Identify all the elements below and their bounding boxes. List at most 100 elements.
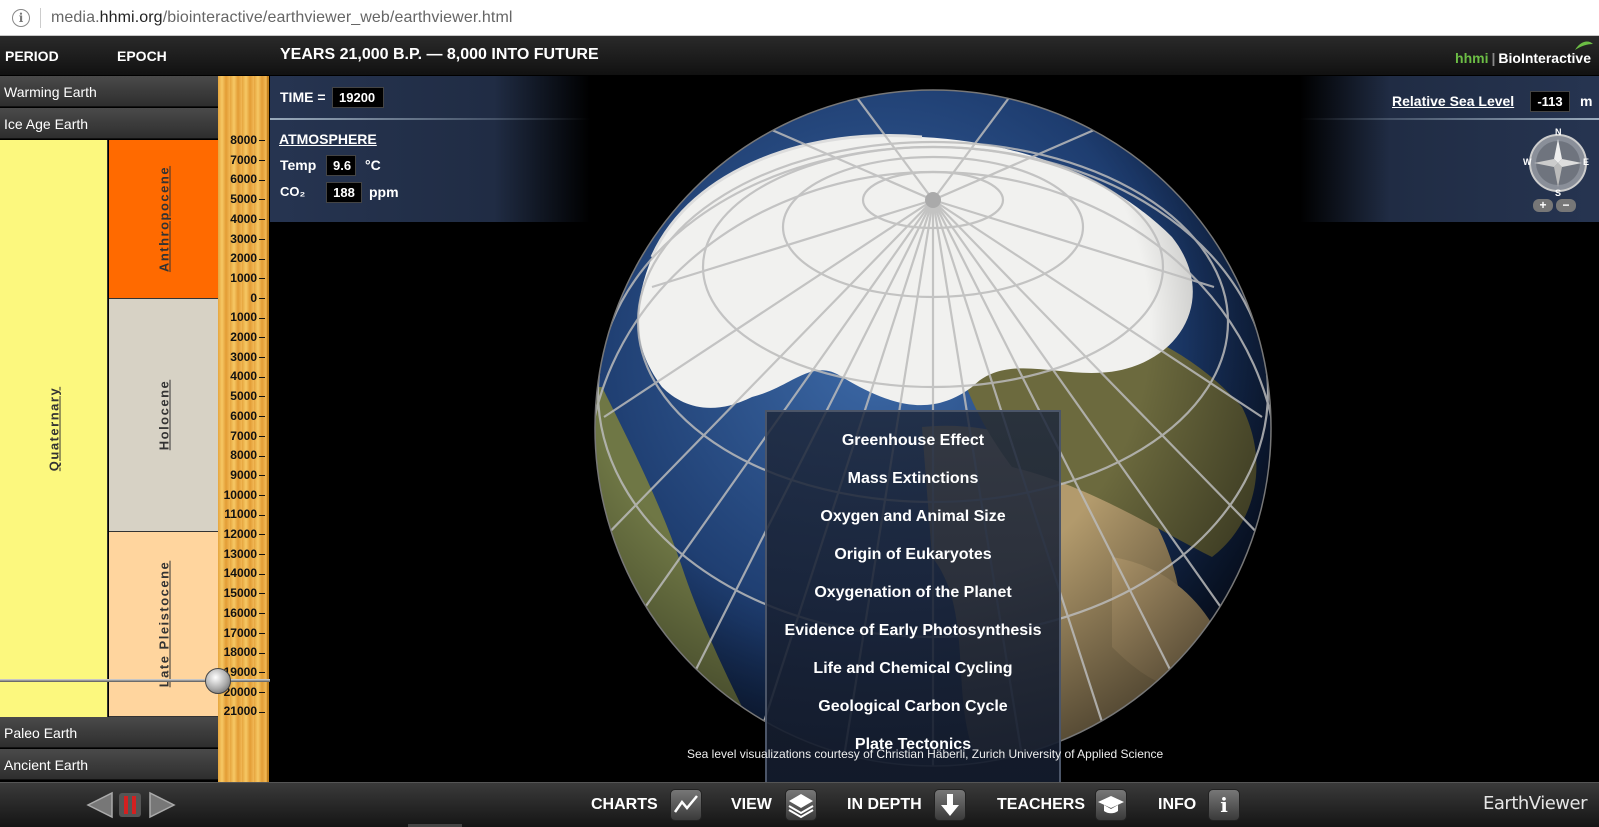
ruler-tick-label: 3000 [230, 232, 265, 246]
time-slider-handle[interactable] [205, 668, 231, 694]
ruler-tick-label: 18000 [224, 645, 265, 659]
nav-warming-earth[interactable]: Warming Earth [0, 76, 218, 107]
ruler-tick-label: 0 [250, 291, 265, 305]
ruler-tick-label: 7000 [230, 429, 265, 443]
ruler-tick-label: 21000 [224, 704, 265, 718]
epoch-holocene[interactable]: Holocene [109, 299, 218, 532]
time-label: TIME = [280, 89, 326, 105]
ruler-tick-label: 10000 [224, 488, 265, 502]
header-bar: PERIOD EPOCH YEARS 21,000 B.P. — 8,000 I… [0, 36, 1599, 76]
sea-level-unit: m [1580, 93, 1593, 109]
atmosphere-panel: TIME = 19200 ATMOSPHERE Temp 9.6 °C CO₂ … [270, 76, 590, 222]
epoch-label: Holocene [156, 379, 171, 451]
charts-button[interactable]: CHARTS [591, 796, 658, 814]
epoch-label: Anthropocene [156, 165, 171, 273]
in-depth-menu: Greenhouse Effect Mass Extinctions Oxygen … [765, 410, 1061, 782]
ruler-tick-label: 20000 [224, 685, 265, 699]
teachers-button[interactable]: TEACHERS [997, 796, 1085, 814]
compass-n: N [1555, 127, 1562, 137]
co2-unit: ppm [369, 184, 399, 200]
in-depth-menu-item[interactable]: Origin of Eukaryotes [767, 546, 1059, 564]
ruler-tick-label: 8000 [230, 133, 265, 147]
graduation-cap-icon[interactable] [1095, 789, 1127, 821]
compass-e: E [1583, 157, 1590, 167]
in-depth-menu-item[interactable]: Greenhouse Effect [767, 432, 1059, 450]
bottom-toolbar: CHARTS VIEW IN DEPTH TEACHERS INFO i Ear… [0, 782, 1599, 827]
sea-level-panel: Relative Sea Level -113 m N S E W + − [1300, 76, 1599, 222]
period-quaternary[interactable]: Quaternary [0, 140, 108, 717]
zoom-out-button[interactable]: − [1556, 199, 1576, 212]
ruler-tick-label: 14000 [224, 566, 265, 580]
ruler-tick-label: 7000 [230, 153, 265, 167]
period-header: PERIOD [5, 48, 59, 64]
credit-text: Sea level visualizations courtesy of Chr… [687, 747, 1164, 761]
arrow-down-icon[interactable] [934, 789, 966, 821]
ruler-tick-label: 6000 [230, 172, 265, 186]
view-button[interactable]: VIEW [731, 796, 772, 814]
browser-address-bar[interactable]: i media.hhmi.org/biointeractive/earthvie… [0, 0, 1599, 36]
nav-ice-age-earth[interactable]: Ice Age Earth [0, 108, 218, 139]
ruler-tick-label: 9000 [230, 468, 265, 482]
ruler-tick-label: 1000 [230, 271, 265, 285]
info-button[interactable]: INFO [1158, 796, 1196, 814]
step-back-icon[interactable] [86, 791, 114, 819]
ruler-tick-label: 6000 [230, 409, 265, 423]
compass-icon [1529, 134, 1587, 192]
in-depth-menu-item[interactable]: Oxygen and Animal Size [767, 508, 1059, 526]
biointeractive-logo[interactable]: hhmi | BioInteractive [1455, 41, 1593, 66]
step-forward-icon[interactable] [148, 791, 176, 819]
epoch-header: EPOCH [117, 48, 167, 64]
sea-level-value: -113 [1530, 91, 1570, 112]
in-depth-menu-item[interactable]: Life and Chemical Cycling [767, 660, 1059, 678]
app-root: i media.hhmi.org/biointeractive/earthvie… [0, 0, 1599, 827]
time-value: 19200 [332, 87, 384, 108]
epoch-anthropocene[interactable]: Anthropocene [109, 140, 218, 299]
address-divider [40, 7, 41, 28]
temp-label: Temp [280, 157, 317, 173]
panel-divider [270, 118, 590, 120]
ruler-tick-label: 2000 [230, 251, 265, 265]
ruler-tick-label: 13000 [224, 547, 265, 561]
ruler-tick-label: 16000 [224, 606, 265, 620]
epoch-label: Late Pleistocene [156, 560, 171, 688]
ruler-tick-label: 8000 [230, 448, 265, 462]
layers-icon[interactable] [785, 789, 817, 821]
co2-value: 188 [326, 182, 362, 203]
panel-divider [1300, 118, 1599, 120]
ruler-tick-label: 17000 [224, 626, 265, 640]
leaf-icon [1575, 41, 1593, 50]
nav-paleo-earth[interactable]: Paleo Earth [0, 717, 218, 748]
in-depth-menu-item[interactable]: Evidence of Early Photosynthesis [767, 622, 1059, 640]
nav-ancient-earth[interactable]: Ancient Earth [0, 749, 218, 780]
ruler-tick-label: 1000 [230, 310, 265, 324]
zoom-in-button[interactable]: + [1533, 199, 1553, 212]
site-info-icon[interactable]: i [12, 8, 30, 27]
ruler-tick-label: 12000 [224, 527, 265, 541]
ruler-tick-label: 3000 [230, 350, 265, 364]
earthviewer-brand: EarthViewer [1483, 793, 1587, 814]
ruler-tick-label: 4000 [230, 212, 265, 226]
pause-icon[interactable] [117, 791, 143, 819]
ruler-tick-label: 11000 [224, 507, 265, 521]
co2-label: CO₂ [280, 184, 306, 199]
compass-rose[interactable]: N S E W [1523, 127, 1590, 198]
compass-w: W [1523, 157, 1532, 167]
temp-value: 9.6 [326, 155, 356, 176]
period-label: Quaternary [46, 386, 61, 471]
in-depth-button[interactable]: IN DEPTH [847, 796, 922, 814]
sea-level-link[interactable]: Relative Sea Level [1392, 93, 1514, 109]
page-title: YEARS 21,000 B.P. — 8,000 INTO FUTURE [280, 46, 599, 63]
in-depth-menu-item[interactable]: Geological Carbon Cycle [767, 698, 1059, 716]
atmosphere-link[interactable]: ATMOSPHERE [279, 131, 377, 147]
north-pole [925, 192, 941, 208]
charts-icon[interactable] [670, 789, 702, 821]
info-icon[interactable]: i [1208, 789, 1240, 821]
ruler-tick-label: 5000 [230, 192, 265, 206]
ruler-tick-label: 5000 [230, 389, 265, 403]
epoch-late-pleistocene[interactable]: Late Pleistocene [109, 532, 218, 717]
url-text[interactable]: media.hhmi.org/biointeractive/earthviewe… [51, 9, 513, 27]
ruler-tick-label: 4000 [230, 369, 265, 383]
in-depth-menu-item[interactable]: Mass Extinctions [767, 470, 1059, 488]
in-depth-menu-item[interactable]: Oxygenation of the Planet [767, 584, 1059, 602]
compass-s: S [1555, 188, 1562, 198]
